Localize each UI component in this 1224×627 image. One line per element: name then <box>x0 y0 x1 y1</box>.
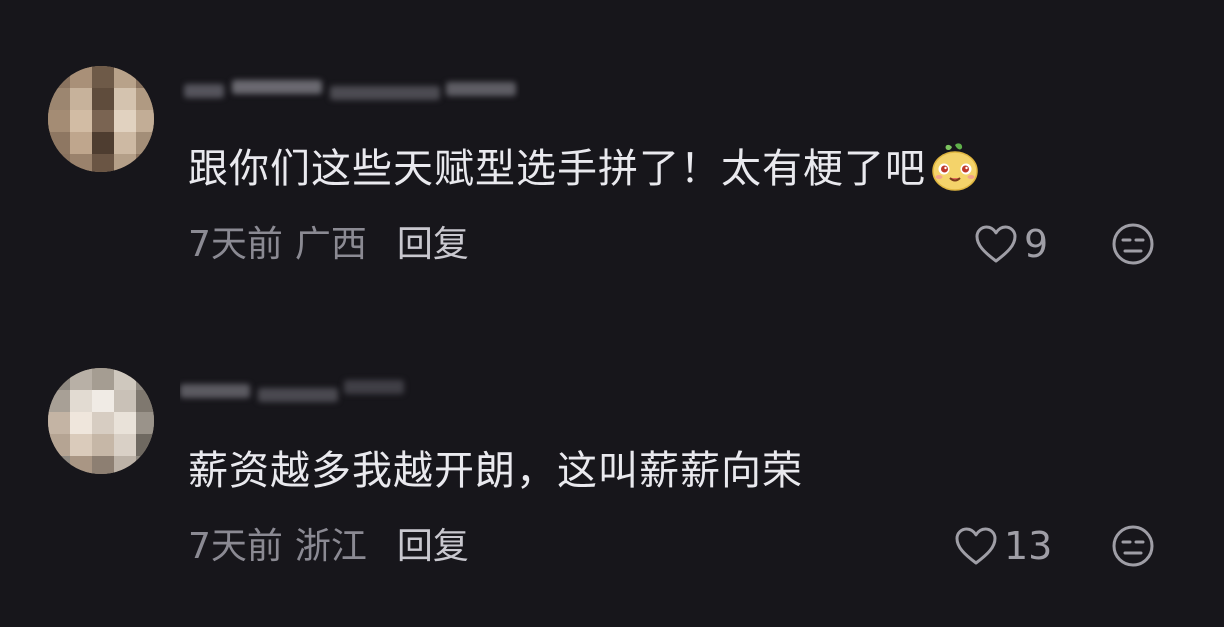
cute-face-sticker-icon <box>930 142 980 206</box>
comment-location: 浙江 <box>294 526 367 567</box>
like-button[interactable]: 13 <box>954 522 1052 570</box>
like-count: 13 <box>1004 524 1053 568</box>
heart-icon <box>975 225 1017 263</box>
comment-time: 7天前 <box>188 224 283 265</box>
username-blurred[interactable] <box>180 70 520 110</box>
reply-button[interactable]: 回复 <box>397 526 469 567</box>
reply-button[interactable]: 回复 <box>397 224 469 265</box>
comment-meta: 7天前 广西 回复 <box>188 222 469 268</box>
comment-location: 广西 <box>294 224 367 265</box>
dislike-button[interactable] <box>1111 524 1155 568</box>
like-button[interactable]: 9 <box>974 220 1048 268</box>
comment-body: 跟你们这些天赋型选手拼了！太有梗了吧 <box>188 146 926 192</box>
unamused-face-icon <box>1112 223 1154 265</box>
avatar[interactable] <box>48 66 154 172</box>
comment-text: 跟你们这些天赋型选手拼了！太有梗了吧 <box>188 142 980 206</box>
dislike-button[interactable] <box>1111 222 1155 266</box>
like-count: 9 <box>1024 222 1049 266</box>
comment-time: 7天前 <box>188 526 283 567</box>
comment-body: 薪资越多我越开朗，这叫薪薪向荣 <box>188 448 803 494</box>
unamused-face-icon <box>1112 525 1154 567</box>
comment-meta: 7天前 浙江 回复 <box>188 524 469 570</box>
avatar[interactable] <box>48 368 154 474</box>
comment-text: 薪资越多我越开朗，这叫薪薪向荣 <box>188 444 803 498</box>
heart-icon <box>955 527 997 565</box>
comment-list: 跟你们这些天赋型选手拼了！太有梗了吧 7天前 广西 回复 9 薪资越多我越开朗，… <box>0 0 1224 627</box>
username-blurred[interactable] <box>180 372 520 412</box>
